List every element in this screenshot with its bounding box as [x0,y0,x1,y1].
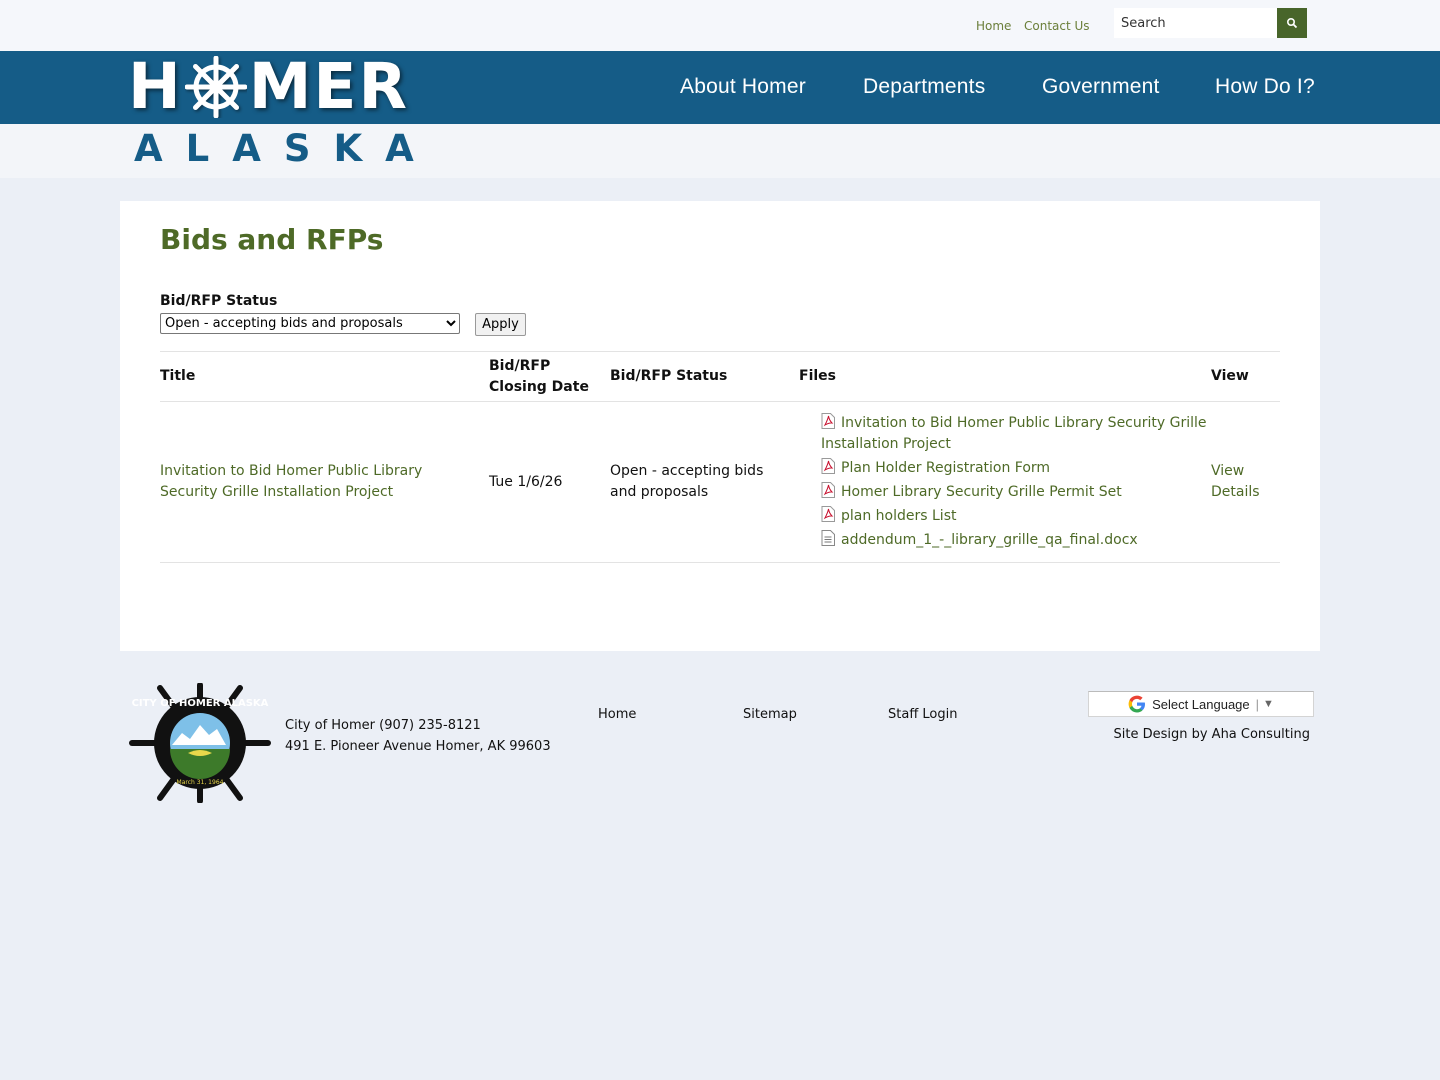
utility-link-home[interactable]: Home [976,19,1011,33]
language-selector-separator: | [1255,696,1260,712]
file-list: Invitation to Bid Homer Public Library S… [799,413,1211,551]
logo-homer: H MER [128,52,409,122]
file-link[interactable]: addendum_1_-_library_grille_qa_final.doc… [841,532,1138,548]
list-item: Invitation to Bid Homer Public Library S… [821,413,1211,455]
header-status[interactable]: Bid/RFP Status [610,351,799,402]
list-item: Plan Holder Registration Form [821,458,1211,479]
footer-address-line2: 491 E. Pioneer Avenue Homer, AK 99603 [285,739,551,754]
search-icon [1286,17,1298,29]
logo-alaska: ALASKA [134,127,437,170]
logo-letters-mer: MER [248,50,409,123]
list-item: addendum_1_-_library_grille_qa_final.doc… [821,530,1211,551]
file-link[interactable]: Invitation to Bid Homer Public Library S… [821,415,1207,452]
content-card: Bids and RFPs Bid/RFP Status Open - acce… [120,201,1320,651]
pdf-icon [821,413,835,429]
nav-departments[interactable]: Departments [863,75,985,99]
list-item: Homer Library Security Grille Permit Set [821,482,1211,503]
header-closing-date[interactable]: Bid/RFP Closing Date [489,351,610,402]
file-link[interactable]: plan holders List [841,508,956,524]
header-view: View [1211,351,1280,402]
footer-address-line1: City of Homer (907) 235-8121 [285,718,481,733]
ship-wheel-icon [184,56,247,118]
footer-link-staff-login[interactable]: Staff Login [888,707,957,722]
nav-about-homer[interactable]: About Homer [680,75,806,99]
chevron-down-icon: ▼ [1263,698,1274,710]
language-selector-label: Select Language [1152,696,1250,712]
nav-government[interactable]: Government [1042,75,1160,99]
list-item: plan holders List [821,506,1211,527]
table-row: Invitation to Bid Homer Public Library S… [160,401,1280,563]
pdf-icon [821,482,835,498]
seal-date: March 31, 1964 [177,779,224,786]
bid-status: Open - accepting bids and proposals [610,401,799,563]
header-files: Files [799,351,1211,402]
status-filter-label: Bid/RFP Status [160,293,278,309]
header-closing-line2: Closing Date [489,378,589,395]
header-title[interactable]: Title [160,351,489,402]
page-title: Bids and RFPs [160,223,384,256]
footer-address: City of Homer (907) 235-8121 491 E. Pion… [285,715,551,757]
pdf-icon [821,458,835,474]
search-input[interactable] [1114,8,1278,38]
file-link[interactable]: Homer Library Security Grille Permit Set [841,484,1122,500]
search-button[interactable] [1277,8,1307,38]
logo-letter-h: H [128,50,183,123]
site-credit: Site Design by Aha Consulting [1113,727,1310,742]
bid-closing-date: Tue 1/6/26 [489,401,610,563]
footer-link-sitemap[interactable]: Sitemap [743,707,797,722]
nav-how-do-i[interactable]: How Do I? [1215,75,1315,99]
utility-bar: Home Contact Us [0,0,1440,51]
pdf-icon [821,506,835,522]
bid-title-link[interactable]: Invitation to Bid Homer Public Library S… [160,463,422,500]
google-g-icon [1128,695,1146,713]
view-details-link[interactable]: View Details [1211,463,1260,500]
seal-text: CITY OF HOMER ALASKA [132,698,269,709]
status-filter-select[interactable]: Open - accepting bids and proposals [160,313,460,334]
language-selector[interactable]: Select Language | ▼ [1088,691,1314,717]
header-closing-line1: Bid/RFP [489,357,551,374]
bids-table: Title Bid/RFP Closing Date Bid/RFP Statu… [160,351,1280,563]
file-link[interactable]: Plan Holder Registration Form [841,460,1050,476]
table-header-row: Title Bid/RFP Closing Date Bid/RFP Statu… [160,351,1280,402]
footer-link-home[interactable]: Home [598,707,636,722]
doc-icon [821,530,835,546]
utility-link-contact[interactable]: Contact Us [1024,19,1090,33]
apply-button[interactable]: Apply [475,313,526,336]
city-seal-logo: CITY OF HOMER ALASKA March 31, 1964 [129,683,271,803]
